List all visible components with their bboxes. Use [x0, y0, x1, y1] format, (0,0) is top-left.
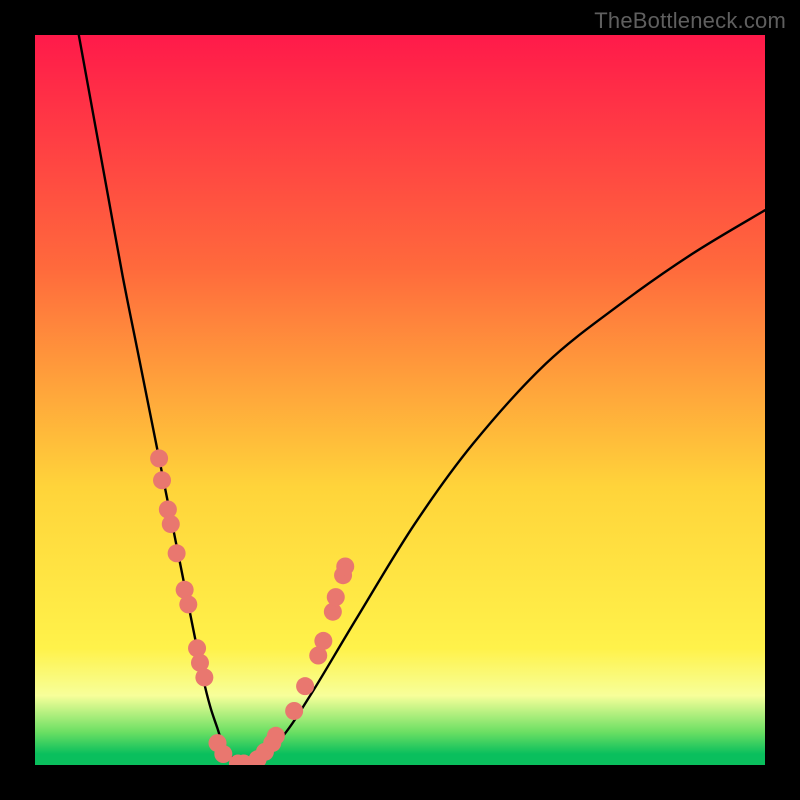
curve-marker [179, 595, 197, 613]
curve-marker [336, 557, 354, 575]
bottleneck-curve [79, 35, 765, 765]
curve-marker [267, 727, 285, 745]
curve-marker [296, 677, 314, 695]
curve-marker [314, 632, 332, 650]
plot-area [35, 35, 765, 765]
curve-markers [150, 449, 354, 765]
curve-marker [150, 449, 168, 467]
curve-marker [285, 702, 303, 720]
chart-frame: TheBottleneck.com [0, 0, 800, 800]
curve-marker [153, 471, 171, 489]
curve-marker [162, 515, 180, 533]
curve-marker [168, 544, 186, 562]
curve-marker [327, 588, 345, 606]
curve-layer [35, 35, 765, 765]
watermark-text: TheBottleneck.com [594, 8, 786, 34]
curve-marker [195, 668, 213, 686]
